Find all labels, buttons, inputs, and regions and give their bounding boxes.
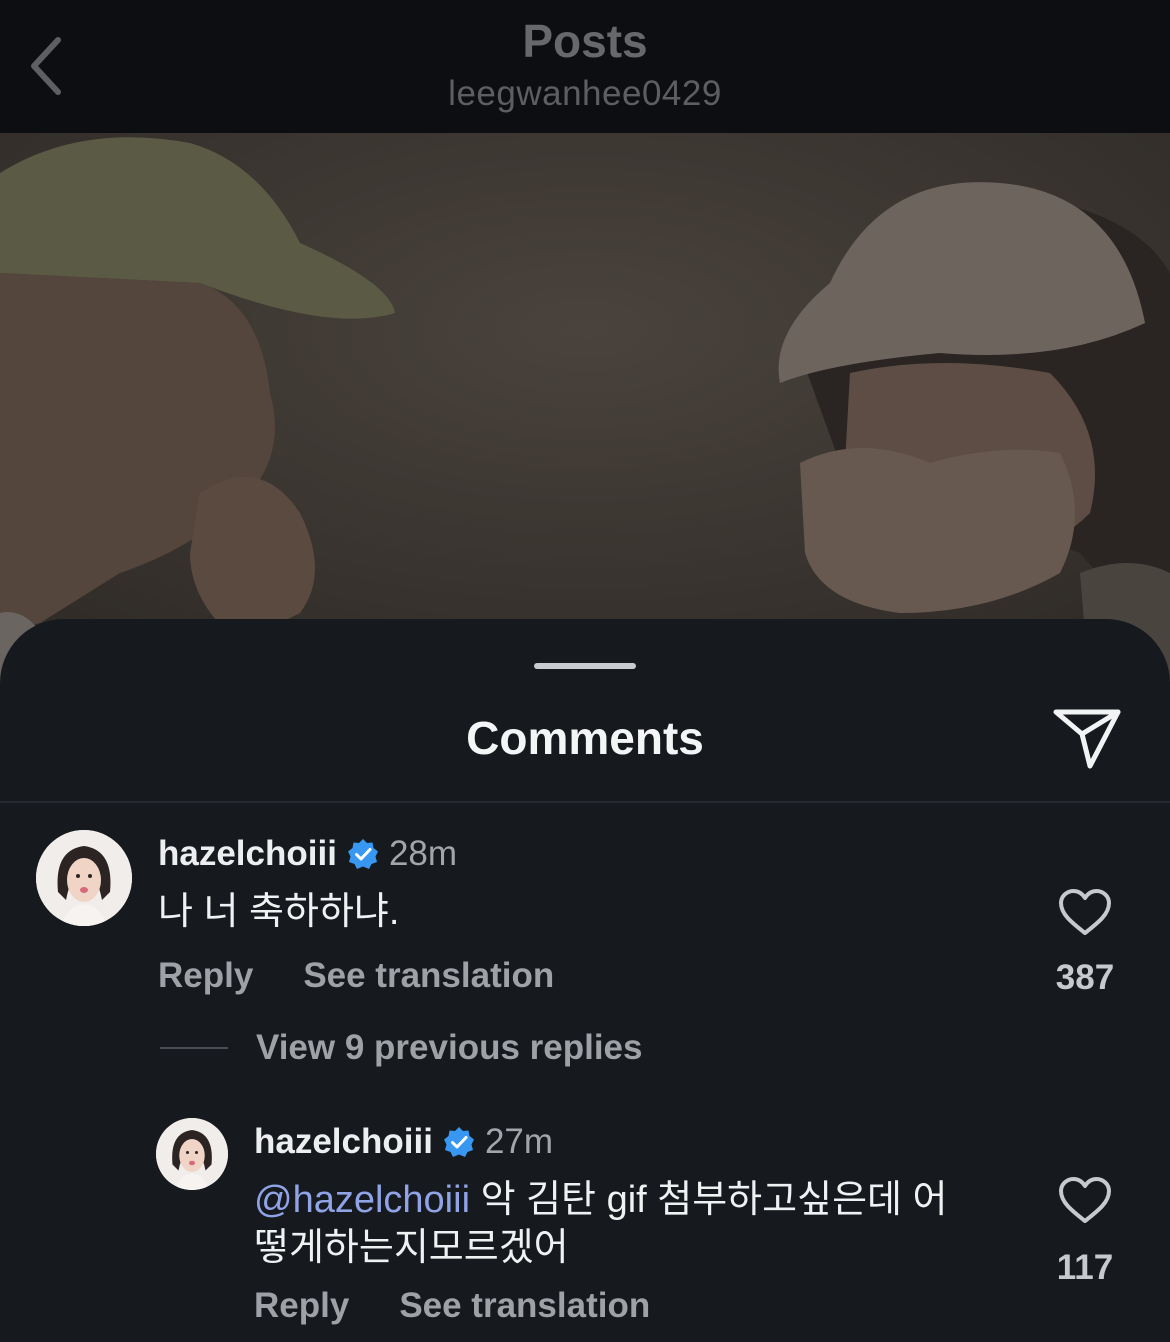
avatar[interactable] bbox=[36, 830, 132, 926]
replies-indent-line bbox=[160, 1047, 228, 1049]
like-button[interactable] bbox=[1055, 1172, 1115, 1228]
comment-text: 나 너 축하하냐. bbox=[158, 891, 400, 933]
reply-time: 27m bbox=[484, 1122, 554, 1161]
comment-actions: Reply See translation bbox=[158, 956, 554, 996]
post-photo-illustration bbox=[0, 133, 1170, 693]
avatar-image bbox=[36, 830, 132, 926]
share-button[interactable] bbox=[1050, 701, 1124, 775]
reply-actions: Reply See translation bbox=[254, 1286, 650, 1326]
reply-username[interactable]: hazelchoiii bbox=[254, 1122, 433, 1162]
heart-icon bbox=[1059, 889, 1111, 935]
comments-title: Comments bbox=[466, 712, 704, 764]
heart-icon bbox=[1059, 1177, 1111, 1223]
send-icon bbox=[1053, 709, 1121, 769]
page-title: Posts bbox=[522, 15, 648, 67]
avatar[interactable] bbox=[156, 1118, 228, 1190]
verified-badge-icon bbox=[443, 1126, 475, 1158]
post-photo[interactable] bbox=[0, 133, 1170, 693]
see-translation-button[interactable]: See translation bbox=[399, 1286, 650, 1326]
sheet-grabber[interactable] bbox=[534, 663, 636, 669]
like-count: 117 bbox=[1056, 1248, 1114, 1287]
reply-button[interactable]: Reply bbox=[158, 956, 253, 996]
sheet-divider bbox=[0, 801, 1170, 803]
comment-header: hazelchoiii 28m bbox=[158, 834, 457, 874]
see-translation-button[interactable]: See translation bbox=[303, 956, 554, 996]
reply-header: hazelchoiii 27m bbox=[254, 1122, 553, 1162]
comment-time: 28m bbox=[388, 834, 458, 873]
app-screen: Posts leegwanhee0429 Comments hazelchoii… bbox=[0, 0, 1170, 1342]
reply-mention[interactable]: @hazelchoiii bbox=[254, 1179, 470, 1221]
avatar-image bbox=[156, 1118, 228, 1190]
reply-text-line2: 떻게하는지모르겠어 bbox=[254, 1227, 569, 1269]
view-previous-replies[interactable]: View 9 previous replies bbox=[160, 1028, 643, 1068]
verified-badge-icon bbox=[347, 838, 379, 870]
reply-text: @hazelchoiii 악 김탄 gif 첨부하고싶은데 어 떻게하는지모르겠… bbox=[254, 1176, 1034, 1272]
like-count: 387 bbox=[1055, 958, 1115, 997]
reply-button[interactable]: Reply bbox=[254, 1286, 349, 1326]
reply-text-line1: 악 김탄 gif 첨부하고싶은데 어 bbox=[480, 1179, 948, 1221]
view-replies-label: View 9 previous replies bbox=[256, 1028, 643, 1067]
like-button[interactable] bbox=[1055, 884, 1115, 940]
page-subtitle-username[interactable]: leegwanhee0429 bbox=[0, 74, 1170, 114]
comment-username[interactable]: hazelchoiii bbox=[158, 834, 337, 874]
top-nav-bar: Posts leegwanhee0429 bbox=[0, 0, 1170, 133]
